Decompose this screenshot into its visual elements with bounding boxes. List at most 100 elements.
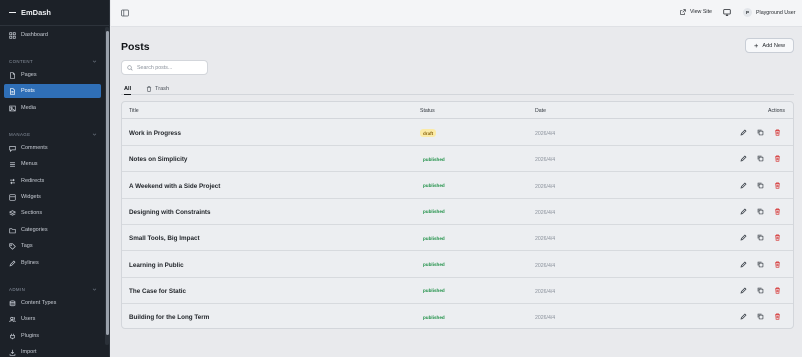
duplicate-button[interactable]: [757, 129, 764, 136]
table-row[interactable]: Work in Progress draft 2026/4/4: [122, 120, 793, 146]
column-header-title[interactable]: Title: [129, 108, 139, 114]
column-header-date[interactable]: Date: [535, 108, 546, 114]
status-badge: published: [423, 156, 445, 162]
post-date: 2026/4/4: [535, 288, 556, 295]
users-icon: [9, 316, 16, 322]
post-title[interactable]: Learning in Public: [129, 262, 184, 269]
tab-all[interactable]: All: [124, 83, 132, 95]
duplicate-button[interactable]: [757, 287, 764, 294]
section-label-content[interactable]: CONTENT: [9, 59, 97, 64]
column-header-status[interactable]: Status: [420, 108, 435, 114]
delete-button[interactable]: [774, 313, 781, 320]
section-label-text: ADMIN: [9, 287, 26, 292]
monitor-icon[interactable]: [723, 9, 731, 16]
sidebar-item-comments[interactable]: Comments: [4, 141, 101, 155]
view-site-link[interactable]: View Site: [680, 9, 712, 15]
edit-button[interactable]: [740, 182, 747, 189]
duplicate-button[interactable]: [757, 182, 764, 189]
delete-button[interactable]: [774, 129, 781, 136]
sidebar-item-media[interactable]: Media: [4, 101, 101, 115]
import-icon: [9, 349, 16, 356]
edit-button[interactable]: [740, 129, 747, 136]
sidebar-item-bylines[interactable]: Bylines: [4, 256, 101, 270]
post-title[interactable]: Notes on Simplicity: [129, 156, 187, 163]
sidebar-toggle-icon[interactable]: [121, 9, 129, 17]
sidebar-item-content-types[interactable]: Content Types: [4, 296, 101, 310]
sidebar-scrollbar-thumb[interactable]: [105, 31, 109, 335]
edit-button[interactable]: [740, 155, 747, 162]
delete-button[interactable]: [774, 287, 781, 294]
delete-button[interactable]: [774, 234, 781, 241]
delete-button[interactable]: [774, 260, 781, 268]
sidebar-item-label: Import: [21, 349, 37, 355]
table-row[interactable]: Building for the Long Term published 2026/…: [122, 304, 793, 328]
table-row[interactable]: A Weekend with a Side Project published 20…: [122, 173, 793, 199]
edit-button[interactable]: [740, 313, 747, 320]
status-badge: published: [423, 314, 445, 320]
sidebar-scrollbar[interactable]: [105, 27, 109, 345]
table-row[interactable]: Small Tools, Big Impact published 2026/4/4: [122, 225, 793, 252]
post-title[interactable]: A Weekend with a Side Project: [129, 183, 220, 190]
post-date: 2026/4/4: [535, 157, 556, 164]
delete-button[interactable]: [774, 182, 781, 189]
post-date: 2026/4/4: [535, 262, 556, 269]
sidebar-item-redirects[interactable]: Redirects: [4, 174, 101, 188]
search-input[interactable]: [137, 64, 205, 71]
duplicate-icon: [757, 182, 764, 188]
sidebar-item-label: Categories: [21, 227, 48, 233]
table-row[interactable]: Designing with Constraints published 2026/…: [122, 199, 793, 225]
duplicate-button[interactable]: [757, 261, 764, 268]
duplicate-button[interactable]: [757, 313, 764, 320]
sidebar-item-import[interactable]: Import: [4, 345, 101, 357]
user-menu[interactable]: P Playground User: [743, 8, 795, 17]
post-title[interactable]: Small Tools, Big Impact: [129, 235, 200, 242]
brand-mark-icon: [9, 11, 16, 14]
comment-icon: [9, 145, 16, 152]
sidebar-item-label: Widgets: [21, 194, 41, 200]
add-new-button[interactable]: + Add New: [745, 38, 794, 53]
main-content: Posts + Add New All Trash Title Status D…: [111, 27, 802, 357]
sidebar-item-label: Comments: [21, 145, 48, 151]
sidebar-item-plugins[interactable]: Plugins: [4, 329, 101, 343]
external-link-icon: [680, 9, 686, 15]
delete-icon: [775, 208, 780, 215]
edit-button[interactable]: [740, 261, 747, 268]
table-header: Title Status Date Actions: [122, 102, 793, 119]
column-header-actions: Actions: [768, 108, 786, 114]
section-label-manage[interactable]: MANAGE: [9, 132, 97, 137]
post-title[interactable]: Designing with Constraints: [129, 209, 211, 216]
section-label-text: CONTENT: [9, 59, 34, 64]
delete-button[interactable]: [774, 155, 781, 162]
edit-button[interactable]: [740, 208, 747, 215]
tab-trash[interactable]: Trash: [146, 83, 169, 95]
table-row[interactable]: Notes on Simplicity published 2026/4/4: [122, 146, 793, 173]
sidebar-item-pages[interactable]: Pages: [4, 68, 101, 82]
duplicate-icon: [757, 234, 764, 241]
sidebar-item-sections[interactable]: Sections: [4, 206, 101, 220]
sidebar-item-users[interactable]: Users: [4, 312, 101, 326]
sidebar-item-categories[interactable]: Categories: [4, 223, 101, 237]
table-row[interactable]: The Case for Static published 2026/4/4: [122, 278, 793, 304]
sidebar-item-posts[interactable]: Posts: [4, 84, 101, 98]
sidebar-item-widgets[interactable]: Widgets: [4, 190, 101, 204]
table-row[interactable]: Learning in Public published 2026/4/4: [122, 252, 793, 278]
row-actions: [740, 129, 781, 136]
edit-button[interactable]: [740, 287, 747, 294]
post-title[interactable]: The Case for Static: [129, 288, 186, 295]
duplicate-button[interactable]: [757, 234, 764, 241]
section-label-admin[interactable]: ADMIN: [9, 287, 97, 292]
sidebar-item-dashboard[interactable]: Dashboard: [4, 28, 101, 42]
post-date: 2026/4/4: [535, 315, 556, 322]
post-date: 2026/4/4: [535, 183, 556, 190]
post-title[interactable]: Work in Progress: [129, 130, 181, 137]
delete-button[interactable]: [774, 208, 781, 215]
edit-icon: [740, 261, 747, 267]
post-title[interactable]: Building for the Long Term: [129, 314, 209, 321]
duplicate-button[interactable]: [757, 208, 764, 215]
sidebar-item-menus[interactable]: Menus: [4, 157, 101, 171]
brand[interactable]: EmDash: [0, 0, 109, 26]
duplicate-button[interactable]: [757, 155, 764, 162]
edit-button[interactable]: [740, 234, 747, 241]
row-actions: [740, 313, 781, 320]
sidebar-item-tags[interactable]: Tags: [4, 239, 101, 253]
